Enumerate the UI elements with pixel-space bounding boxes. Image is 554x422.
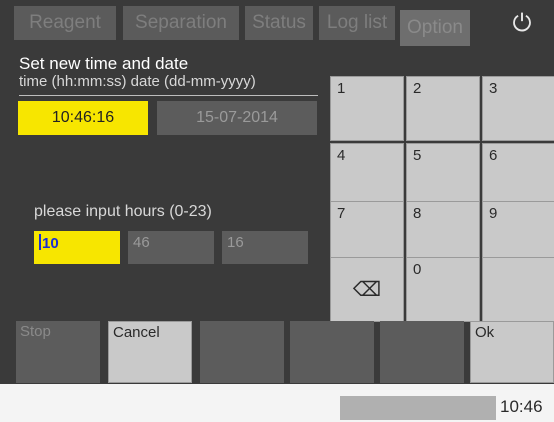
- key-1[interactable]: 1: [330, 76, 404, 141]
- tab-reagent[interactable]: Reagent: [14, 6, 116, 40]
- status-indicator: [340, 396, 496, 420]
- tab-status[interactable]: Status: [245, 6, 313, 40]
- tab-option[interactable]: Option: [400, 10, 470, 46]
- divider: [19, 95, 318, 96]
- clock: 10:46: [500, 397, 543, 416]
- bottom-slot-4: [290, 321, 374, 383]
- date-field[interactable]: 15-07-2014: [157, 101, 317, 135]
- hours-input[interactable]: 10: [34, 231, 120, 264]
- key-blank: [482, 257, 554, 322]
- minutes-input[interactable]: 46: [128, 231, 214, 264]
- bottom-slot-5: [380, 321, 464, 383]
- form-title: Set new time and date: [19, 54, 189, 73]
- tab-log-list[interactable]: Log list: [319, 6, 395, 40]
- seconds-input[interactable]: 16: [222, 231, 308, 264]
- key-3[interactable]: 3: [482, 76, 554, 141]
- hours-value: 10: [42, 235, 59, 252]
- ok-button[interactable]: Ok: [470, 321, 554, 383]
- key-6[interactable]: 6: [482, 143, 554, 208]
- backspace-key[interactable]: ⌫: [330, 257, 404, 322]
- key-2[interactable]: 2: [406, 76, 480, 141]
- power-icon[interactable]: ⏻: [502, 8, 542, 40]
- key-0[interactable]: 0: [406, 257, 480, 322]
- input-prompt: please input hours (0-23): [34, 203, 212, 220]
- bottom-slot-3: [200, 321, 284, 383]
- key-4[interactable]: 4: [330, 143, 404, 208]
- key-5[interactable]: 5: [406, 143, 480, 208]
- tab-separation[interactable]: Separation: [123, 6, 239, 40]
- text-cursor: [39, 234, 41, 250]
- format-hint: time (hh:mm:ss) date (dd-mm-yyyy): [19, 73, 256, 90]
- stop-button[interactable]: Stop: [16, 321, 100, 383]
- backspace-icon: ⌫: [352, 279, 382, 301]
- time-field[interactable]: 10:46:16: [18, 101, 148, 135]
- cancel-button[interactable]: Cancel: [108, 321, 192, 383]
